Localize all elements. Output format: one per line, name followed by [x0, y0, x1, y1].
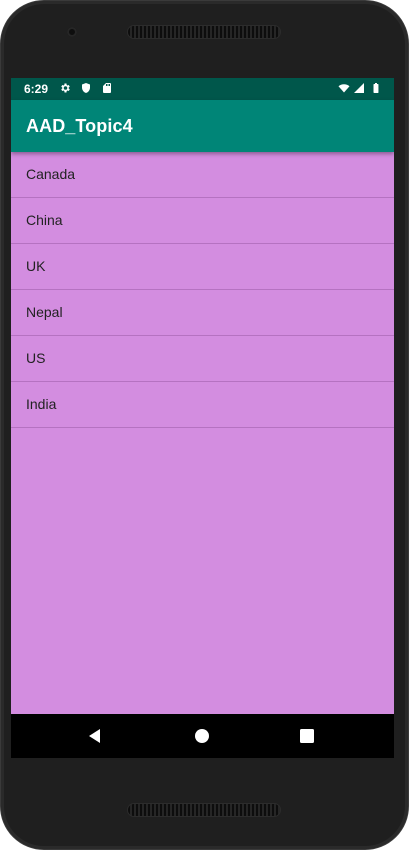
list-item[interactable]: Canada	[11, 152, 394, 198]
status-time: 6:29	[24, 82, 49, 96]
list-item-label: India	[26, 396, 57, 412]
country-list: Canada China UK Nepal US India	[11, 152, 394, 428]
sd-card-icon	[103, 83, 111, 93]
list-item-label: China	[26, 212, 63, 228]
cell-signal-icon	[354, 83, 364, 93]
navigation-bar	[11, 714, 394, 758]
app-bar: AAD_Topic4	[11, 100, 394, 152]
battery-icon	[373, 83, 379, 93]
list-item[interactable]: India	[11, 382, 394, 428]
list-item-label: US	[26, 350, 46, 366]
bottom-speaker-grille	[128, 804, 280, 816]
home-icon[interactable]	[192, 726, 212, 746]
list-item-label: Canada	[26, 166, 76, 182]
phone-screen: 6:29 AAD_Topic4 Canada China UK Nepal US…	[11, 78, 394, 758]
top-speaker-grille	[128, 26, 280, 38]
list-item-label: UK	[26, 258, 46, 274]
list-item[interactable]: China	[11, 198, 394, 244]
list-item[interactable]: UK	[11, 244, 394, 290]
list-item[interactable]: US	[11, 336, 394, 382]
status-bar: 6:29	[11, 78, 394, 100]
front-camera	[67, 27, 77, 37]
list-item[interactable]: Nepal	[11, 290, 394, 336]
back-icon[interactable]	[85, 726, 105, 746]
gear-icon	[61, 83, 70, 93]
app-title: AAD_Topic4	[26, 116, 133, 136]
recents-icon[interactable]	[297, 726, 317, 746]
list-item-label: Nepal	[26, 304, 63, 320]
shield-icon	[82, 83, 90, 93]
wifi-icon	[338, 84, 350, 93]
